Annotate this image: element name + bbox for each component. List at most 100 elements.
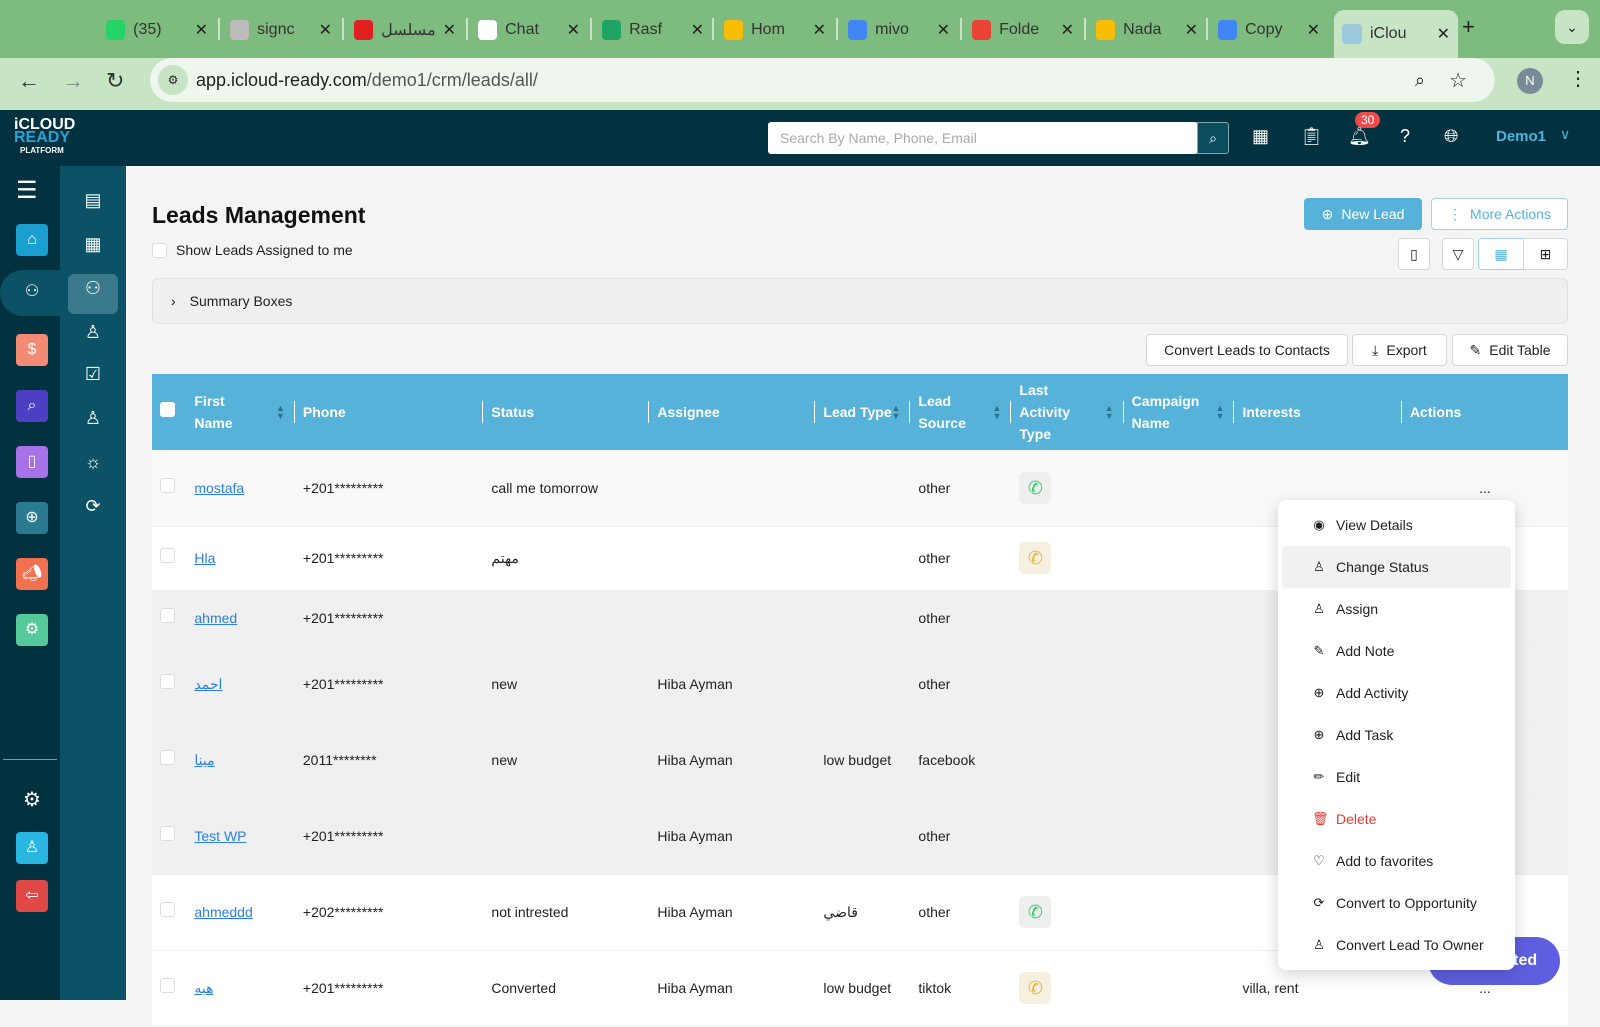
column-header[interactable]: Assignee — [649, 374, 816, 450]
settings-icon[interactable]: ⚙ — [16, 784, 48, 816]
property-search-icon[interactable]: ⌕ — [16, 390, 48, 422]
tasks-icon[interactable]: ☑ — [82, 364, 104, 385]
edit-table-button[interactable]: ✎ Edit Table — [1452, 334, 1568, 366]
column-header[interactable]: Status — [483, 374, 650, 450]
dashboard-icon[interactable]: ▤ — [82, 190, 104, 211]
convert-icon[interactable]: ⟳ — [82, 496, 104, 517]
website-icon[interactable]: ⊕ — [16, 502, 48, 534]
show-assigned-checkbox[interactable] — [152, 242, 167, 258]
menu-item-add-task[interactable]: ⊕ Add Task — [1282, 714, 1511, 756]
grid-view-button[interactable]: ⊞ — [1523, 238, 1568, 270]
filter-button[interactable]: ▽ — [1442, 238, 1474, 270]
convert-leads-button[interactable]: Convert Leads to Contacts — [1146, 334, 1348, 366]
help-icon[interactable]: ? — [1400, 126, 1410, 147]
close-tab-icon[interactable]: ✕ — [1185, 20, 1198, 40]
row-checkbox[interactable] — [160, 902, 175, 917]
close-tab-icon[interactable]: ✕ — [1061, 20, 1074, 40]
tab-list-icon[interactable]: ⌄ — [1555, 10, 1589, 44]
bookmark-button[interactable]: ▯ — [1398, 238, 1430, 270]
row-checkbox[interactable] — [160, 477, 175, 493]
lead-name-link[interactable]: احمد — [194, 676, 222, 692]
back-icon[interactable]: ← — [18, 68, 40, 94]
browser-tab[interactable]: Chat ✕ — [470, 10, 588, 50]
search-button[interactable]: ⌕ — [1197, 122, 1229, 154]
clipboard-icon[interactable]: 📋︎ — [1300, 126, 1323, 147]
summary-boxes-toggle[interactable]: › Summary Boxes — [152, 278, 1568, 324]
chevron-down-icon[interactable]: ∨ — [1560, 126, 1570, 143]
lightbulb-icon[interactable]: ☼ — [82, 452, 104, 473]
calendar-icon[interactable]: ▦ — [1252, 126, 1269, 147]
column-header[interactable]: Phone — [294, 374, 484, 450]
leads-icon[interactable]: ⚇ — [82, 278, 104, 299]
reload-icon[interactable]: ↻ — [106, 68, 124, 94]
contact-icon[interactable]: ♙ — [82, 322, 104, 343]
row-checkbox[interactable] — [160, 826, 175, 841]
new-tab-icon[interactable]: + — [1462, 14, 1475, 40]
user-key-icon[interactable]: ♙ — [82, 408, 104, 429]
globe-icon[interactable]: 🌐︎ — [1444, 126, 1458, 147]
sort-icon[interactable]: ▲ ▼ — [1105, 404, 1114, 421]
user-menu[interactable]: Demo1 — [1496, 128, 1546, 145]
sort-icon[interactable]: ▲ ▼ — [891, 404, 900, 421]
star-icon[interactable]: ☆ — [1449, 68, 1467, 93]
finance-icon[interactable]: $ — [16, 334, 48, 366]
crm-icon[interactable]: ⚇ — [16, 276, 48, 308]
browser-tab[interactable]: mivo ✕ — [840, 10, 958, 50]
menu-item-convert-lead-to-owner[interactable]: ♙ Convert Lead To Owner — [1282, 924, 1511, 966]
column-header[interactable]: Interests — [1234, 374, 1402, 450]
menu-item-view-details[interactable]: ◉ View Details — [1282, 504, 1511, 546]
menu-item-delete[interactable]: 🗑 Delete — [1282, 798, 1511, 840]
menu-item-assign[interactable]: ♙ Assign — [1282, 588, 1511, 630]
browser-tab[interactable]: Hom ✕ — [716, 10, 834, 50]
hamburger-menu-icon[interactable]: ☰ — [16, 176, 38, 205]
row-checkbox[interactable] — [160, 750, 175, 765]
sort-icon[interactable]: ▲ ▼ — [992, 404, 1001, 421]
column-header[interactable]: First Name ▲ ▼ — [186, 374, 295, 450]
lead-name-link[interactable]: ahmeddd — [194, 904, 252, 920]
lead-name-link[interactable]: Test WP — [194, 828, 246, 844]
menu-item-convert-to-opportunity[interactable]: ⟳ Convert to Opportunity — [1282, 882, 1511, 924]
close-tab-icon[interactable]: ✕ — [319, 20, 332, 40]
sort-icon[interactable]: ▲ ▼ — [276, 404, 285, 421]
close-tab-icon[interactable]: ✕ — [937, 20, 950, 40]
browser-tab[interactable]: Copy ✕ — [1210, 10, 1328, 50]
row-checkbox[interactable] — [160, 978, 175, 993]
column-header[interactable]: Campaign Name ▲ ▼ — [1123, 374, 1235, 450]
close-tab-icon[interactable]: ✕ — [1437, 24, 1450, 44]
browser-menu-icon[interactable]: ⋮ — [1568, 66, 1588, 91]
browser-tab[interactable]: مسلسل ✕ — [346, 10, 464, 50]
bell-icon[interactable]: 🔔︎ — [1348, 126, 1371, 147]
profile-icon[interactable]: ♙ — [16, 832, 48, 864]
menu-item-add-note[interactable]: ✎ Add Note — [1282, 630, 1511, 672]
browser-tab[interactable]: (35) ✕ — [98, 10, 216, 50]
mobile-icon[interactable]: ▯ — [16, 446, 48, 478]
menu-item-edit[interactable]: ✏ Edit — [1282, 756, 1511, 798]
close-tab-icon[interactable]: ✕ — [567, 20, 580, 40]
row-checkbox[interactable] — [160, 548, 175, 563]
more-actions-button[interactable]: ⋮ More Actions — [1431, 198, 1568, 230]
close-tab-icon[interactable]: ✕ — [195, 20, 208, 40]
close-tab-icon[interactable]: ✕ — [1307, 20, 1320, 40]
browser-tab[interactable]: Nada ✕ — [1088, 10, 1206, 50]
zoom-icon[interactable]: ⌕ — [1415, 70, 1425, 91]
column-header[interactable]: Last Activity Type ▲ ▼ — [1011, 374, 1124, 450]
row-checkbox[interactable] — [160, 674, 175, 689]
menu-item-add-activity[interactable]: ⊕ Add Activity — [1282, 672, 1511, 714]
integrations-icon[interactable]: ⚙ — [16, 614, 48, 646]
export-button[interactable]: ⤓ Export — [1352, 334, 1447, 366]
lead-name-link[interactable]: هبه — [194, 980, 213, 996]
menu-item-add-to-favorites[interactable]: ♡ Add to favorites — [1282, 840, 1511, 882]
new-lead-button[interactable]: ⊕ New Lead — [1304, 198, 1422, 230]
lead-name-link[interactable]: ahmed — [194, 610, 237, 626]
lead-name-link[interactable]: mostafa — [194, 480, 244, 496]
browser-tab[interactable]: iClou ✕ — [1334, 10, 1458, 58]
browser-tab[interactable]: signc ✕ — [222, 10, 340, 50]
column-header[interactable]: Lead Source ▲ ▼ — [910, 374, 1012, 450]
select-all-checkbox[interactable] — [160, 402, 175, 417]
logout-icon[interactable]: ⇦ — [16, 880, 48, 912]
column-header[interactable]: Lead Type ▲ ▼ — [815, 374, 911, 450]
search-input[interactable]: Search By Name, Phone, Email — [768, 122, 1198, 154]
table-view-button[interactable]: ▦ — [1478, 238, 1524, 270]
browser-tab[interactable]: Folde ✕ — [964, 10, 1082, 50]
row-checkbox[interactable] — [160, 608, 175, 623]
